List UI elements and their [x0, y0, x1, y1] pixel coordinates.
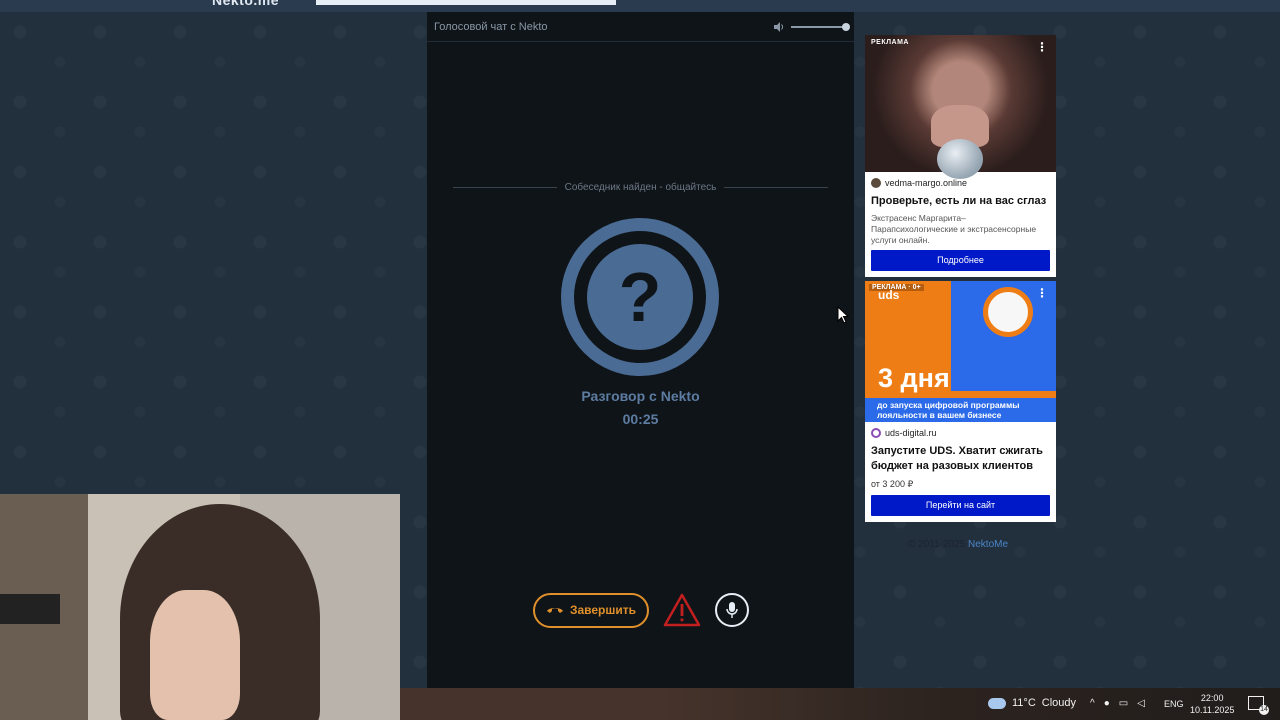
- report-warning-icon[interactable]: [663, 592, 701, 628]
- voice-chat-panel: Голосовой чат с Nekto Собеседник найден …: [427, 12, 854, 688]
- footer-link[interactable]: NektoMe: [968, 539, 1008, 550]
- ad-domain-text: vedma-margo.online: [885, 178, 968, 188]
- taskbar-wallpaper: [400, 688, 1280, 720]
- crystal-ball: [937, 139, 983, 179]
- hang-up-icon: [546, 608, 563, 613]
- connection-status: Собеседник найден - общайтесь: [453, 182, 828, 193]
- speaker-icon[interactable]: [773, 21, 785, 33]
- more-options-icon[interactable]: ⋮: [1036, 40, 1048, 54]
- mouse-cursor-icon: [837, 306, 849, 324]
- ad-domain-text: uds-digital.ru: [885, 428, 937, 438]
- volume-slider[interactable]: [791, 22, 850, 31]
- microphone-tray-icon[interactable]: ●: [1104, 698, 1110, 709]
- status-text: Собеседник найден - общайтесь: [564, 182, 717, 193]
- more-options-icon[interactable]: ⋮: [1036, 286, 1048, 300]
- ad-price: от 3 200 ₽: [871, 479, 914, 489]
- ad-cta-button[interactable]: Перейти на сайт: [871, 495, 1050, 516]
- question-mark-icon: ?: [587, 244, 693, 350]
- end-call-label: Завершить: [569, 603, 637, 617]
- call-title: Разговор с Nekto: [581, 388, 700, 404]
- ad-subline: до запуска цифровой программы лояльности…: [865, 398, 1056, 422]
- ad-image[interactable]: РЕКЛАМА · 0+ uds 3 дня до запуска цифров…: [865, 281, 1056, 422]
- site-header: Nekto.me: [0, 0, 1280, 12]
- os-taskbar: 11°C Cloudy ^ ● ▭ ◁ ENG 22:00 10.11.2025…: [400, 688, 1280, 720]
- footer-copyright: © 2011-2025 NektoMe: [908, 539, 1008, 550]
- weather-text: Cloudy: [1041, 697, 1077, 709]
- ad-cta-button[interactable]: Подробнее: [871, 250, 1050, 271]
- cloud-icon: [988, 697, 1006, 709]
- uds-logo: uds: [878, 288, 900, 302]
- ad-title[interactable]: Запустите UDS. Хватит сжигать бюджет на …: [865, 438, 1056, 474]
- advertisement-card[interactable]: РЕКЛАМА · 0+ uds 3 дня до запуска цифров…: [865, 281, 1056, 522]
- weather-widget[interactable]: 11°C Cloudy: [988, 697, 1076, 709]
- system-tray: ^ ● ▭ ◁: [1090, 698, 1145, 709]
- microphone-button[interactable]: [715, 593, 749, 627]
- ad-image[interactable]: РЕКЛАМА ⋮: [865, 35, 1056, 179]
- temperature: 11°C: [1012, 697, 1036, 709]
- call-controls: Завершить: [533, 592, 749, 628]
- chat-header: Голосовой чат с Nekto: [427, 12, 854, 42]
- favicon-icon: [871, 178, 881, 188]
- divider: [724, 187, 828, 188]
- volume-control[interactable]: [773, 21, 850, 33]
- clock-date: 10.11.2025: [1190, 705, 1235, 715]
- taskbar-clock[interactable]: 22:00 10.11.2025: [1190, 692, 1234, 716]
- partner-avatar: ?: [561, 218, 719, 376]
- favicon-icon: [871, 428, 881, 438]
- site-logo[interactable]: Nekto.me: [212, 0, 279, 8]
- copyright-text: © 2011-2025: [908, 539, 966, 550]
- end-call-button[interactable]: Завершить: [533, 592, 649, 628]
- ad-title[interactable]: Проверьте, есть ли на вас сглаз: [865, 188, 1056, 209]
- ad-headline: 3 дня: [878, 363, 950, 393]
- notification-icon[interactable]: 14: [1248, 696, 1269, 715]
- webcam-hand: [150, 590, 240, 720]
- notification-count: 14: [1259, 705, 1269, 715]
- chat-title: Голосовой чат с Nekto: [434, 20, 548, 33]
- header-search-field[interactable]: [316, 0, 616, 5]
- chevron-up-icon[interactable]: ^: [1090, 698, 1095, 709]
- language-indicator[interactable]: ENG: [1164, 699, 1184, 709]
- volume-tray-icon[interactable]: ◁: [1137, 698, 1145, 709]
- call-timer: 00:25: [622, 411, 659, 427]
- advertisement-card[interactable]: РЕКЛАМА ⋮ vedma-margo.online Проверьте, …: [865, 35, 1056, 277]
- ad-domain[interactable]: uds-digital.ru: [865, 422, 1056, 438]
- battery-icon[interactable]: ▭: [1119, 698, 1128, 709]
- microphone-icon: [726, 602, 738, 618]
- alarm-clock-icon: [983, 287, 1033, 337]
- ad-label: РЕКЛАМА: [871, 39, 909, 46]
- clock-time: 22:00: [1200, 693, 1224, 703]
- ad-description: Экстрасенс Маргарита– Парапсихологически…: [871, 213, 1037, 245]
- volume-slider-handle[interactable]: [842, 22, 850, 31]
- webcam-overlay: [0, 494, 400, 720]
- webcam-background: [0, 594, 60, 624]
- divider: [453, 187, 557, 188]
